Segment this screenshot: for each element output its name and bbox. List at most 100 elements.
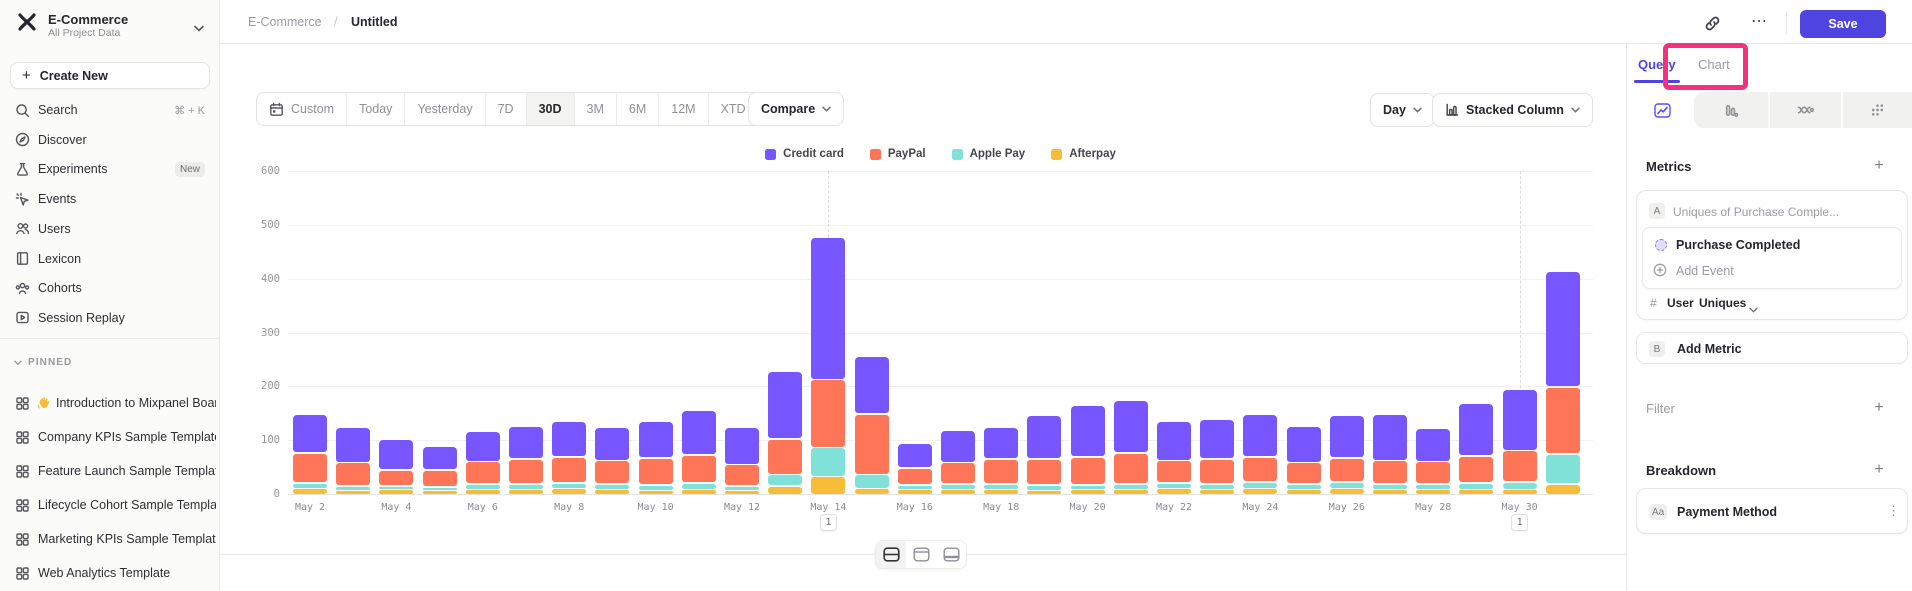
bar-segment-afterpay[interactable] bbox=[1287, 490, 1321, 494]
bar-segment-apple-pay[interactable] bbox=[1416, 485, 1450, 489]
add-event-label[interactable]: Add Event bbox=[1676, 264, 1734, 278]
sidebar-item-cohorts[interactable]: Cohorts bbox=[0, 274, 220, 302]
bar-segment-afterpay[interactable] bbox=[811, 477, 845, 494]
bar-segment-paypal[interactable] bbox=[336, 463, 370, 485]
project-chevron-down-icon[interactable] bbox=[194, 19, 204, 37]
annotation-badge[interactable]: 1 bbox=[820, 514, 837, 531]
legend-item-apple-pay[interactable]: Apple Pay bbox=[952, 148, 1026, 160]
range-yesterday[interactable]: Yesterday bbox=[404, 93, 484, 125]
agg-type-dropdown[interactable]: Uniques bbox=[1699, 296, 1746, 310]
bar-segment-paypal[interactable] bbox=[768, 440, 802, 474]
bar-segment-afterpay[interactable] bbox=[1546, 485, 1580, 494]
bar-segment-credit-card[interactable] bbox=[595, 428, 629, 460]
view-insights-tab[interactable] bbox=[1638, 92, 1686, 128]
bar-segment-afterpay[interactable] bbox=[768, 487, 802, 494]
bar-segment-apple-pay[interactable] bbox=[1027, 486, 1061, 490]
sidebar-item-users[interactable]: Users bbox=[0, 215, 220, 243]
pinned-board-item[interactable]: Feature Launch Sample Template bbox=[0, 456, 220, 486]
bar-segment-apple-pay[interactable] bbox=[682, 484, 716, 489]
breadcrumb-parent[interactable]: E-Commerce bbox=[248, 15, 322, 29]
pinned-board-item[interactable]: Company KPIs Sample Template bbox=[0, 422, 220, 452]
project-name[interactable]: E-Commerce bbox=[48, 12, 128, 27]
bar-segment-paypal[interactable] bbox=[1243, 458, 1277, 481]
bar-segment-afterpay[interactable] bbox=[725, 491, 759, 494]
tab-chart[interactable]: Chart bbox=[1698, 57, 1730, 72]
bar-segment-paypal[interactable] bbox=[509, 460, 543, 483]
bar-segment-apple-pay[interactable] bbox=[1287, 485, 1321, 489]
sidebar-item-search[interactable]: Search⌘ + K bbox=[0, 96, 220, 124]
pinned-section-header[interactable]: PINNED bbox=[14, 357, 72, 368]
bar-segment-apple-pay[interactable] bbox=[811, 448, 845, 475]
bar-segment-paypal[interactable] bbox=[682, 456, 716, 482]
bar-segment-paypal[interactable] bbox=[1027, 460, 1061, 484]
range-7d[interactable]: 7D bbox=[485, 93, 526, 125]
tab-query[interactable]: Query bbox=[1638, 57, 1676, 72]
bar-segment-afterpay[interactable] bbox=[682, 490, 716, 494]
bar-segment-credit-card[interactable] bbox=[1157, 422, 1191, 459]
share-link-icon[interactable] bbox=[1704, 15, 1721, 37]
bar-segment-credit-card[interactable] bbox=[1071, 406, 1105, 456]
bar-segment-afterpay[interactable] bbox=[1114, 490, 1148, 494]
bar-segment-credit-card[interactable] bbox=[984, 428, 1018, 459]
range-12m[interactable]: 12M bbox=[658, 93, 707, 125]
bar-segment-afterpay[interactable] bbox=[1503, 490, 1537, 494]
bar-segment-afterpay[interactable] bbox=[595, 490, 629, 494]
annotation-badge[interactable]: 1 bbox=[1511, 514, 1528, 531]
bar-segment-credit-card[interactable] bbox=[1243, 415, 1277, 456]
bar-segment-apple-pay[interactable] bbox=[768, 475, 802, 485]
pinned-board-item[interactable]: Marketing KPIs Sample Template bbox=[0, 524, 220, 554]
pinned-board-item[interactable]: Introduction to Mixpanel Board bbox=[0, 388, 220, 418]
bar-segment-credit-card[interactable] bbox=[1114, 401, 1148, 452]
bar-segment-paypal[interactable] bbox=[1114, 454, 1148, 484]
bar-segment-afterpay[interactable] bbox=[509, 490, 543, 494]
agg-entity-dropdown[interactable]: User bbox=[1667, 296, 1694, 310]
add-filter-plus-icon[interactable]: + bbox=[1870, 399, 1888, 417]
bar-segment-credit-card[interactable] bbox=[379, 440, 413, 470]
bar-segment-paypal[interactable] bbox=[1071, 458, 1105, 484]
metric-name-placeholder[interactable]: Uniques of Purchase Comple... bbox=[1673, 205, 1839, 219]
bar-segment-paypal[interactable] bbox=[595, 461, 629, 483]
bar-segment-credit-card[interactable] bbox=[639, 422, 673, 457]
save-button[interactable]: Save bbox=[1800, 10, 1886, 38]
sidebar-item-discover[interactable]: Discover bbox=[0, 126, 220, 154]
bar-segment-credit-card[interactable] bbox=[466, 432, 500, 461]
range-today[interactable]: Today bbox=[346, 93, 404, 125]
bar-segment-afterpay[interactable] bbox=[639, 491, 673, 494]
sidebar-item-events[interactable]: Events bbox=[0, 185, 220, 213]
bar-segment-afterpay[interactable] bbox=[1373, 490, 1407, 494]
bar-segment-afterpay[interactable] bbox=[1330, 489, 1364, 494]
bar-segment-apple-pay[interactable] bbox=[423, 488, 457, 490]
bar-segment-apple-pay[interactable] bbox=[1373, 485, 1407, 489]
range-custom[interactable]: Custom bbox=[257, 93, 346, 125]
bar-segment-afterpay[interactable] bbox=[984, 490, 1018, 494]
bar-segment-credit-card[interactable] bbox=[423, 447, 457, 469]
bar-segment-credit-card[interactable] bbox=[811, 238, 845, 379]
bar-segment-paypal[interactable] bbox=[1546, 388, 1580, 453]
bar-segment-credit-card[interactable] bbox=[509, 427, 543, 459]
bar-segment-credit-card[interactable] bbox=[293, 415, 327, 452]
bar-segment-afterpay[interactable] bbox=[1157, 489, 1191, 494]
bar-segment-afterpay[interactable] bbox=[379, 490, 413, 494]
bar-segment-credit-card[interactable] bbox=[1287, 427, 1321, 462]
bar-segment-paypal[interactable] bbox=[1157, 461, 1191, 482]
view-flows-tab[interactable] bbox=[1770, 92, 1841, 128]
bar-segment-apple-pay[interactable] bbox=[1459, 484, 1493, 489]
bar-segment-paypal[interactable] bbox=[725, 465, 759, 485]
interval-dropdown[interactable]: Day bbox=[1370, 93, 1435, 127]
bar-segment-afterpay[interactable] bbox=[855, 489, 889, 494]
bar-segment-paypal[interactable] bbox=[423, 471, 457, 487]
bar-segment-paypal[interactable] bbox=[552, 458, 586, 482]
bar-segment-credit-card[interactable] bbox=[1546, 272, 1580, 387]
bar-segment-credit-card[interactable] bbox=[1200, 420, 1234, 458]
kebab-menu-icon[interactable]: ⋮ bbox=[1887, 503, 1900, 519]
bar-segment-apple-pay[interactable] bbox=[336, 487, 370, 490]
bar-segment-paypal[interactable] bbox=[1416, 462, 1450, 483]
bar-segment-paypal[interactable] bbox=[1459, 457, 1493, 482]
breakdown-card[interactable]: Aa Payment Method ⋮ bbox=[1636, 488, 1908, 534]
bar-segment-apple-pay[interactable] bbox=[552, 484, 586, 488]
sidebar-item-session-replay[interactable]: Session Replay bbox=[0, 304, 220, 332]
bar-segment-apple-pay[interactable] bbox=[1157, 484, 1191, 488]
bar-segment-apple-pay[interactable] bbox=[639, 486, 673, 490]
layout-top-panel-icon[interactable] bbox=[906, 541, 936, 568]
bar-segment-paypal[interactable] bbox=[466, 462, 500, 483]
